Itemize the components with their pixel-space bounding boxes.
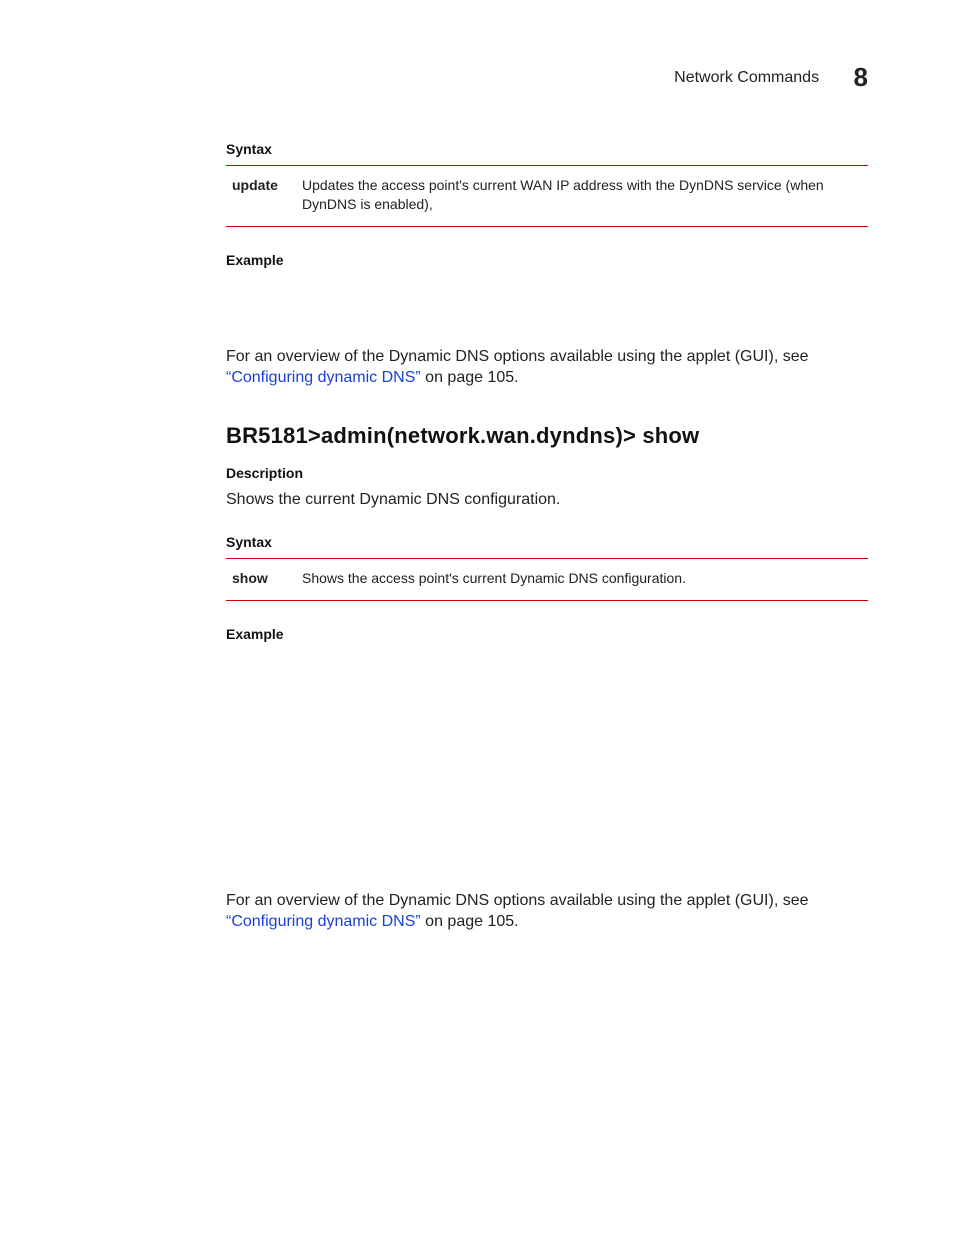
- overview-text-pre: For an overview of the Dynamic DNS optio…: [226, 348, 809, 365]
- divider: [226, 600, 868, 601]
- syntax-command: show: [226, 569, 302, 588]
- syntax-heading: Syntax: [226, 533, 868, 552]
- syntax-heading: Syntax: [226, 140, 868, 159]
- xref-link[interactable]: “Configuring dynamic DNS”: [226, 913, 421, 930]
- syntax-description: Updates the access point's current WAN I…: [302, 176, 868, 214]
- overview-paragraph: For an overview of the Dynamic DNS optio…: [226, 346, 868, 389]
- chapter-number: 8: [854, 60, 868, 95]
- section-title: Network Commands: [674, 67, 819, 89]
- syntax-row-show: show Shows the access point's current Dy…: [226, 565, 868, 596]
- description-text: Shows the current Dynamic DNS configurat…: [226, 489, 868, 511]
- divider: [226, 226, 868, 227]
- syntax-description: Shows the access point's current Dynamic…: [302, 569, 868, 588]
- overview-text-post: on page 105.: [421, 369, 519, 386]
- description-heading: Description: [226, 464, 868, 483]
- example-heading: Example: [226, 625, 868, 644]
- example-heading: Example: [226, 251, 868, 270]
- divider: [226, 165, 868, 166]
- xref-link[interactable]: “Configuring dynamic DNS”: [226, 369, 421, 386]
- overview-text-post: on page 105.: [421, 913, 519, 930]
- overview-paragraph: For an overview of the Dynamic DNS optio…: [226, 890, 868, 933]
- divider: [226, 558, 868, 559]
- syntax-row-update: update Updates the access point's curren…: [226, 172, 868, 222]
- command-title: BR5181>admin(network.wan.dyndns)> show: [226, 421, 868, 451]
- overview-text-pre: For an overview of the Dynamic DNS optio…: [226, 892, 809, 909]
- running-header: Network Commands 8: [674, 60, 868, 95]
- syntax-command: update: [226, 176, 302, 195]
